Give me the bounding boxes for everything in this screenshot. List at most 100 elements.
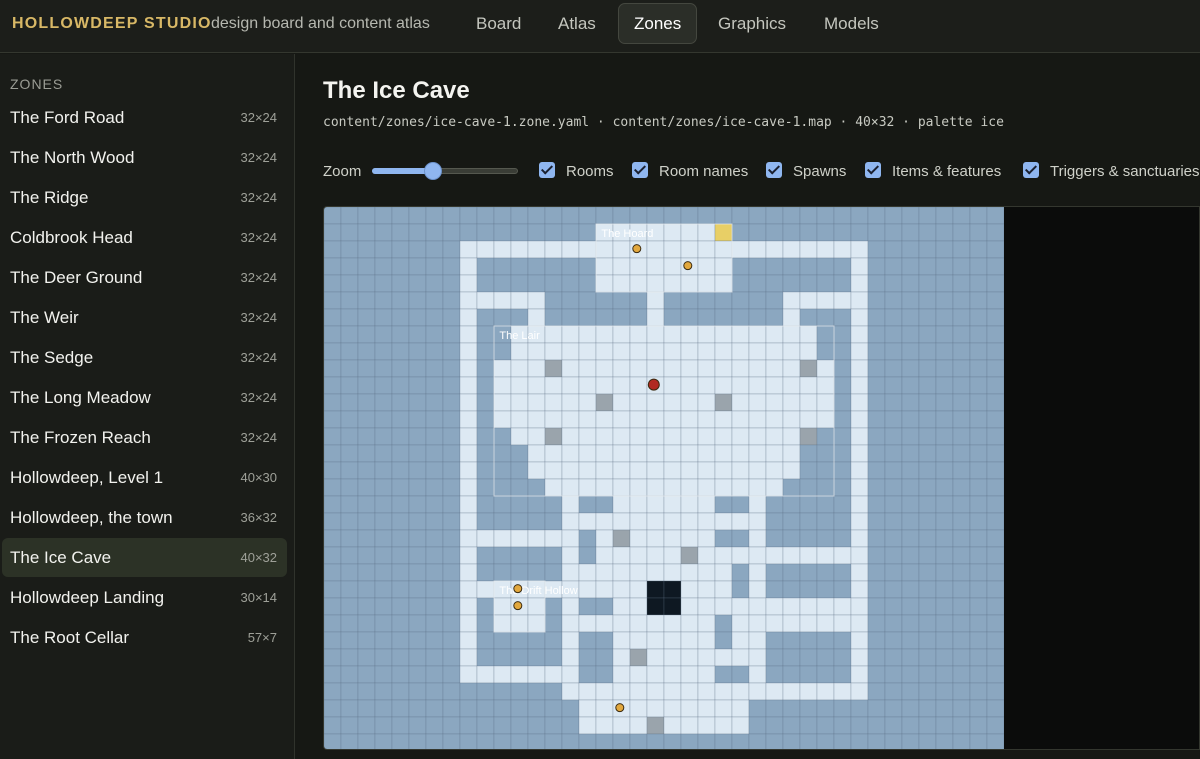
map-tile[interactable]	[595, 308, 614, 327]
map-tile[interactable]	[459, 699, 478, 718]
map-tile[interactable]	[986, 478, 1004, 497]
map-tile[interactable]	[374, 325, 393, 344]
map-tile[interactable]	[459, 495, 478, 514]
map-tile[interactable]	[578, 529, 597, 548]
map-tile[interactable]	[782, 716, 801, 735]
map-tile[interactable]	[408, 597, 427, 616]
map-tile[interactable]	[680, 342, 699, 361]
map-tile[interactable]	[697, 614, 716, 633]
map-tile[interactable]	[986, 631, 1004, 650]
map-tile[interactable]	[884, 461, 903, 480]
map-tile[interactable]	[901, 274, 920, 293]
map-tile[interactable]	[986, 274, 1004, 293]
map-tile[interactable]	[816, 359, 835, 378]
map-tile[interactable]	[952, 733, 971, 750]
map-tile[interactable]	[663, 342, 682, 361]
map-tile[interactable]	[901, 461, 920, 480]
map-tile[interactable]	[765, 393, 784, 412]
map-tile[interactable]	[918, 597, 937, 616]
map-tile[interactable]	[561, 512, 580, 531]
map-tile[interactable]	[697, 427, 716, 446]
map-tile[interactable]	[578, 207, 597, 225]
map-tile[interactable]	[374, 597, 393, 616]
map-tile[interactable]	[816, 427, 835, 446]
map-tile[interactable]	[816, 461, 835, 480]
map-tile[interactable]	[731, 478, 750, 497]
map-tile[interactable]	[935, 631, 954, 650]
map-tile[interactable]	[731, 563, 750, 582]
map-tile[interactable]	[324, 427, 342, 446]
map-tile[interactable]	[833, 274, 852, 293]
map-tile[interactable]	[324, 478, 342, 497]
map-tile[interactable]	[765, 308, 784, 327]
map-tile[interactable]	[340, 308, 359, 327]
map-tile[interactable]	[612, 716, 631, 735]
map-tile[interactable]	[408, 240, 427, 259]
map-tile[interactable]	[969, 376, 988, 395]
map-tile[interactable]	[391, 699, 410, 718]
map-tile[interactable]	[476, 563, 495, 582]
map-tile[interactable]	[731, 699, 750, 718]
map-tile[interactable]	[544, 733, 563, 750]
map-tile[interactable]	[969, 223, 988, 242]
map-tile[interactable]	[493, 240, 512, 259]
map-tile[interactable]	[884, 682, 903, 701]
map-tile[interactable]	[918, 291, 937, 310]
map-tile[interactable]	[663, 207, 682, 225]
map-tile[interactable]	[544, 274, 563, 293]
map-tile[interactable]	[867, 325, 886, 344]
map-tile[interactable]	[952, 563, 971, 582]
map-tile[interactable]	[918, 478, 937, 497]
map-tile[interactable]	[799, 648, 818, 667]
map-tile[interactable]	[969, 342, 988, 361]
map-tile[interactable]	[425, 359, 444, 378]
map-tile[interactable]	[595, 427, 614, 446]
map-tile[interactable]	[833, 257, 852, 276]
map-tile[interactable]	[374, 682, 393, 701]
map-tile[interactable]	[442, 308, 461, 327]
zone-item[interactable]: The Root Cellar 57×7	[2, 618, 287, 657]
map-tile[interactable]	[799, 393, 818, 412]
map-tile[interactable]	[918, 308, 937, 327]
map-tile[interactable]	[901, 240, 920, 259]
map-tile[interactable]	[510, 274, 529, 293]
map-tile[interactable]	[459, 427, 478, 446]
map-tile[interactable]	[324, 308, 342, 327]
map-tile[interactable]	[748, 257, 767, 276]
map-tile[interactable]	[357, 716, 376, 735]
map-tile[interactable]	[884, 478, 903, 497]
map-tile[interactable]	[442, 529, 461, 548]
map-tile[interactable]	[629, 495, 648, 514]
map-tile[interactable]	[493, 291, 512, 310]
map-tile[interactable]	[935, 512, 954, 531]
map-tile[interactable]	[442, 393, 461, 412]
map-tile[interactable]	[901, 495, 920, 514]
map-tile[interactable]	[459, 529, 478, 548]
map-tile[interactable]	[374, 240, 393, 259]
map-tile[interactable]	[986, 342, 1004, 361]
map-tile[interactable]	[765, 478, 784, 497]
map-tile[interactable]	[561, 614, 580, 633]
map-tile[interactable]	[595, 240, 614, 259]
map-tile[interactable]	[425, 427, 444, 446]
map-tile[interactable]	[850, 274, 869, 293]
map-tile[interactable]	[510, 342, 529, 361]
map-tile[interactable]	[884, 716, 903, 735]
map-tile[interactable]	[357, 512, 376, 531]
map-tile[interactable]	[442, 563, 461, 582]
map-tile[interactable]	[510, 733, 529, 750]
tab-board[interactable]: Board	[461, 3, 536, 44]
map-tile[interactable]	[867, 376, 886, 395]
map-tile[interactable]	[714, 495, 733, 514]
map-tile[interactable]	[578, 699, 597, 718]
map-tile[interactable]	[527, 529, 546, 548]
map-tile[interactable]	[578, 631, 597, 650]
map-tile[interactable]	[612, 376, 631, 395]
map-tile[interactable]	[833, 325, 852, 344]
map-tile[interactable]	[442, 716, 461, 735]
map-tile[interactable]	[340, 614, 359, 633]
map-tile[interactable]	[595, 631, 614, 650]
map-tile[interactable]	[884, 614, 903, 633]
map-tile[interactable]	[816, 716, 835, 735]
map-tile[interactable]	[867, 359, 886, 378]
